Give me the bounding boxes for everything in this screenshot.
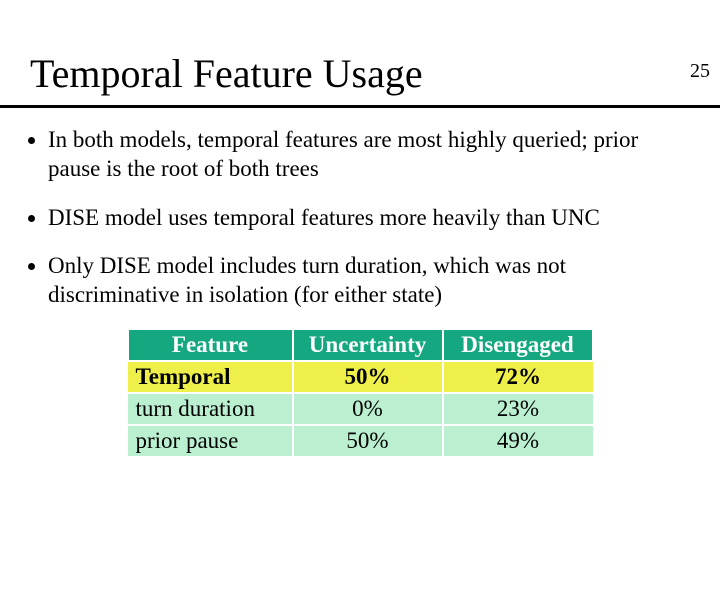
title-rule: [0, 105, 720, 108]
bullet-item: Only DISE model includes turn duration, …: [48, 252, 696, 310]
table-header-row: Feature Uncertainty Disengaged: [128, 330, 593, 361]
cell-disengaged: 23%: [443, 393, 593, 425]
feature-table: Feature Uncertainty Disengaged Temporal …: [127, 330, 594, 456]
table-row: prior pause 50% 49%: [128, 425, 593, 456]
cell-feature: turn duration: [128, 393, 293, 425]
cell-val-text: 72%: [495, 364, 541, 389]
cell-val-text: 50%: [345, 364, 391, 389]
slide-title: Temporal Feature Usage: [30, 50, 720, 97]
cell-feature: Temporal: [128, 361, 293, 393]
cell-feature-text: Temporal: [136, 364, 231, 389]
table-row: turn duration 0% 23%: [128, 393, 593, 425]
cell-feature: prior pause: [128, 425, 293, 456]
bullet-item: In both models, temporal features are mo…: [48, 126, 696, 184]
bullet-list: In both models, temporal features are mo…: [48, 126, 696, 310]
col-uncertainty: Uncertainty: [293, 330, 443, 361]
col-feature: Feature: [128, 330, 293, 361]
cell-disengaged: 49%: [443, 425, 593, 456]
cell-uncertainty: 0%: [293, 393, 443, 425]
table-wrap: Feature Uncertainty Disengaged Temporal …: [0, 330, 720, 456]
cell-uncertainty: 50%: [293, 425, 443, 456]
page-number: 25: [690, 60, 710, 83]
col-disengaged: Disengaged: [443, 330, 593, 361]
bullet-item: DISE model uses temporal features more h…: [48, 204, 696, 233]
table-row: Temporal 50% 72%: [128, 361, 593, 393]
cell-disengaged: 72%: [443, 361, 593, 393]
cell-uncertainty: 50%: [293, 361, 443, 393]
slide: 25 Temporal Feature Usage In both models…: [0, 50, 720, 590]
